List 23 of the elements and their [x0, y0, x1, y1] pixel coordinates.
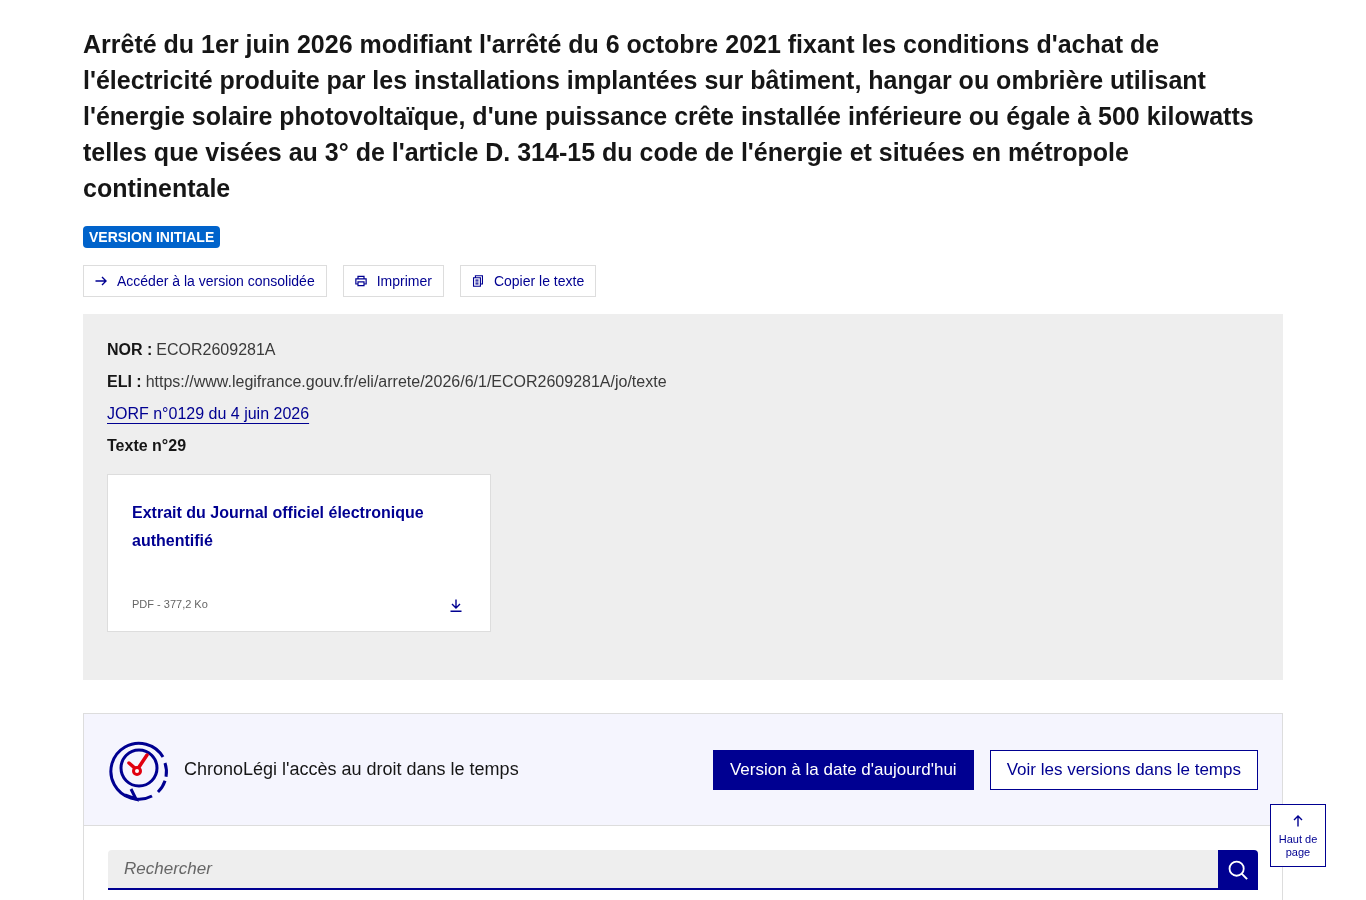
print-button[interactable]: Imprimer — [342, 265, 444, 297]
copy-text-button[interactable]: Copier le texte — [459, 265, 597, 297]
search-icon — [1228, 860, 1248, 880]
jorf-link[interactable]: JORF n°0129 du 4 juin 2026 — [107, 398, 310, 430]
download-link[interactable]: Extrait du Journal officiel électronique authentifié — [132, 499, 462, 555]
consolidated-version-button[interactable]: Accéder à la version consolidée — [83, 265, 327, 297]
eli-text: ELI : https://www.legifrance.gouv.fr/eli/arrete/2026/6/1/ECOR2609281A/jo/texte — [107, 372, 668, 392]
copy-icon — [471, 275, 484, 287]
page-title: Arrêté du 1er juin 2026 modifiant l'arrêté du 6 octobre 2021 fixant les conditions d'achat de l'électricité produite par les installations implantées sur bâtiment, hangar ou ombrière utilisant l'énergie solaire photovoltaïque, d'une puissance crête installée inférieure ou égale à 500 kilowatts telles que visées au 3° de l'article D. 314-15 du code de l'énergie et situées en métropole continentale — [83, 29, 1255, 204]
printer-icon — [354, 275, 367, 287]
chronolegi-title: ChronoLégi l'accès au droit dans le temps — [184, 759, 519, 780]
search-button[interactable] — [1218, 850, 1258, 890]
arrow-right-icon — [95, 275, 107, 287]
text-number: Texte n°29 — [107, 436, 188, 456]
file-info: PDF - 377,2 Ko — [132, 597, 208, 610]
nor-text: NOR : ECOR2609281A — [107, 340, 277, 360]
arrow-up-icon — [1293, 815, 1303, 827]
search-field[interactable]: Rechercher — [108, 850, 1218, 890]
version-badge: VERSION INITIALE — [83, 226, 221, 248]
download-icon[interactable] — [450, 599, 462, 612]
current-version-button[interactable]: Version à la date d'aujourd'hui — [712, 749, 974, 790]
back-to-top-button[interactable]: Haut de page — [1270, 804, 1326, 867]
versions-timeline-button[interactable]: Voir les versions dans le temps — [989, 749, 1258, 790]
